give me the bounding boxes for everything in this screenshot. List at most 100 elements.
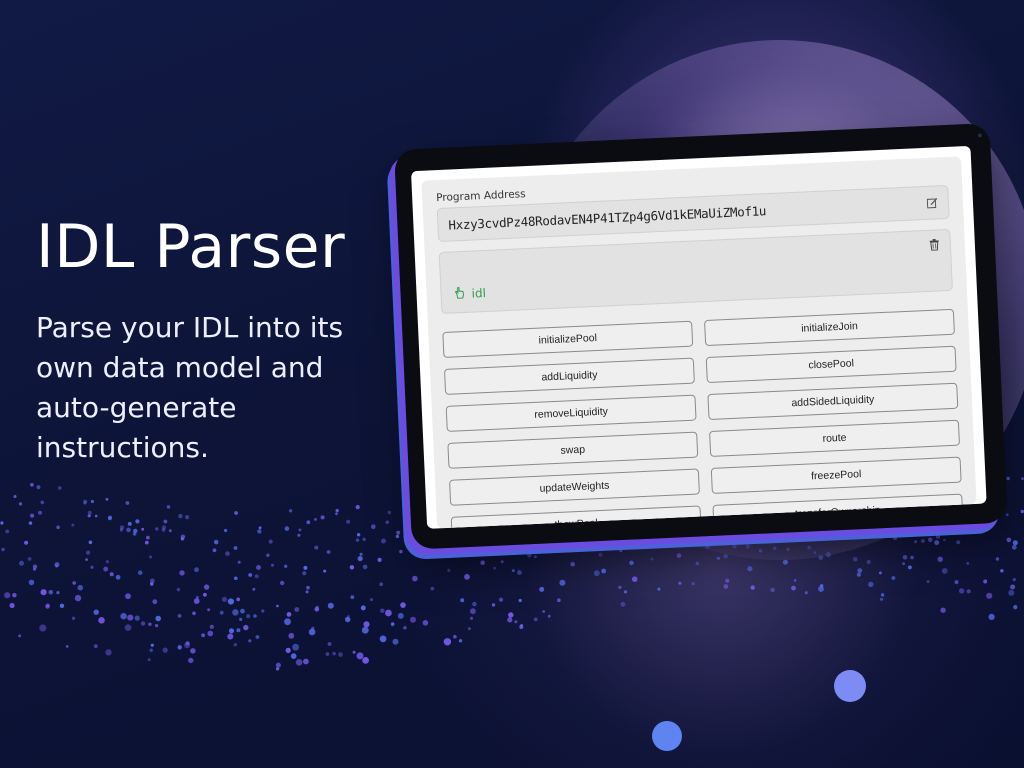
particle-dot: [224, 528, 228, 533]
particle-dot: [314, 545, 319, 550]
particle-dot: [400, 602, 406, 608]
particle-dot: [257, 529, 262, 534]
instruction-button-thawPool[interactable]: thawPool: [450, 505, 702, 529]
particle-dot: [921, 539, 925, 543]
particle-dot: [28, 579, 35, 586]
particle-dot: [908, 565, 912, 570]
particle-dot: [443, 638, 452, 646]
particle-dot: [463, 548, 469, 553]
hero-title: IDL Parser: [36, 212, 346, 282]
instruction-button-closePool[interactable]: closePool: [705, 345, 957, 384]
particle-dot: [271, 563, 274, 567]
particle-dot: [303, 658, 309, 665]
particle-dot: [5, 529, 10, 534]
idl-parser-panel: Program Address Hxzy3cvdPz48RodavEN4P41T…: [421, 156, 977, 529]
particle-dot: [19, 560, 24, 566]
particle-dot: [127, 521, 132, 526]
particle-dot: [1, 547, 5, 552]
particle-dot: [294, 607, 300, 612]
particle-dot: [1008, 589, 1015, 596]
particle-dot: [125, 593, 131, 600]
particle-dot: [491, 603, 496, 607]
particle-dot: [772, 546, 777, 550]
hero-subtitle: Parse your IDL into its own data model a…: [36, 311, 344, 464]
particle-dot: [430, 586, 435, 591]
particle-dot: [221, 596, 228, 603]
particle-dot: [71, 523, 75, 527]
particle-dot: [207, 630, 214, 637]
particle-dot: [284, 526, 290, 531]
idl-file-box[interactable]: idl: [438, 228, 953, 315]
particle-dot: [866, 559, 871, 565]
particle-dot: [902, 555, 908, 560]
particle-dot: [404, 523, 408, 528]
particle-dot: [98, 617, 105, 624]
particle-dot: [252, 587, 256, 591]
particle-dot: [295, 659, 303, 666]
instruction-button-transferOwnership[interactable]: transferOwnership: [712, 493, 964, 529]
particle-dot: [239, 617, 243, 622]
particle-dot: [185, 515, 190, 520]
instruction-button-addSidedLiquidity[interactable]: addSidedLiquidity: [707, 382, 959, 421]
particle-dot: [297, 533, 301, 537]
particle-dot: [266, 553, 270, 557]
particle-dot: [155, 615, 161, 622]
particle-dot: [132, 532, 137, 536]
particle-dot: [18, 502, 23, 506]
trash-icon[interactable]: [929, 238, 941, 253]
particle-dot: [786, 547, 790, 552]
particle-dot: [954, 580, 959, 585]
particle-dot: [93, 644, 98, 648]
particle-dot: [254, 574, 259, 579]
particle-dot: [527, 553, 532, 558]
particle-dot: [356, 533, 361, 537]
particle-dot: [311, 626, 315, 630]
particle-dot: [258, 526, 262, 530]
particle-dot: [124, 624, 132, 631]
particle-dot: [236, 628, 241, 633]
particle-dot: [148, 622, 152, 626]
particle-dot: [345, 616, 351, 623]
particle-dot: [261, 609, 265, 613]
particle-dot: [750, 585, 755, 590]
instruction-button-addLiquidity[interactable]: addLiquidity: [443, 357, 695, 395]
idl-tag[interactable]: idl: [453, 285, 486, 302]
particle-dot: [243, 624, 249, 631]
instruction-button-removeLiquidity[interactable]: removeLiquidity: [445, 394, 697, 432]
particle-dot: [392, 638, 399, 645]
instruction-button-initializePool[interactable]: initializePool: [442, 320, 694, 358]
particle-dot: [93, 609, 99, 615]
particle-dot: [361, 626, 369, 634]
particle-dot: [30, 483, 34, 487]
hand-pointer-icon: [453, 286, 466, 303]
particle-dot: [141, 621, 146, 626]
particle-dot: [314, 607, 320, 612]
particle-dot: [9, 602, 15, 609]
particle-dot: [447, 568, 451, 573]
particle-dot: [237, 560, 241, 564]
particle-dot: [184, 642, 191, 649]
instruction-button-initializeJoin[interactable]: initializeJoin: [704, 308, 955, 347]
particle-dot: [983, 579, 988, 584]
instruction-button-route[interactable]: route: [709, 419, 960, 457]
particle-dot: [868, 581, 874, 588]
edit-icon[interactable]: [926, 197, 938, 208]
particle-dot: [381, 538, 386, 544]
particle-dot: [306, 520, 311, 525]
particle-dot: [155, 527, 159, 531]
instruction-button-freezePool[interactable]: freezePool: [710, 456, 962, 494]
particle-dot: [77, 584, 84, 591]
particle-dot: [39, 624, 47, 632]
particle-dot: [178, 513, 183, 519]
particle-dot: [601, 568, 607, 574]
particle-dot: [723, 584, 729, 589]
instruction-button-swap[interactable]: swap: [447, 431, 699, 469]
particle-dot: [298, 528, 302, 532]
instruction-button-updateWeights[interactable]: updateWeights: [449, 468, 700, 506]
particle-dot: [188, 657, 194, 664]
particle-dot: [74, 594, 82, 602]
particle-dot: [38, 510, 42, 515]
particle-dot: [631, 576, 638, 582]
particle-dot: [213, 539, 219, 545]
particle-dot: [554, 544, 560, 550]
